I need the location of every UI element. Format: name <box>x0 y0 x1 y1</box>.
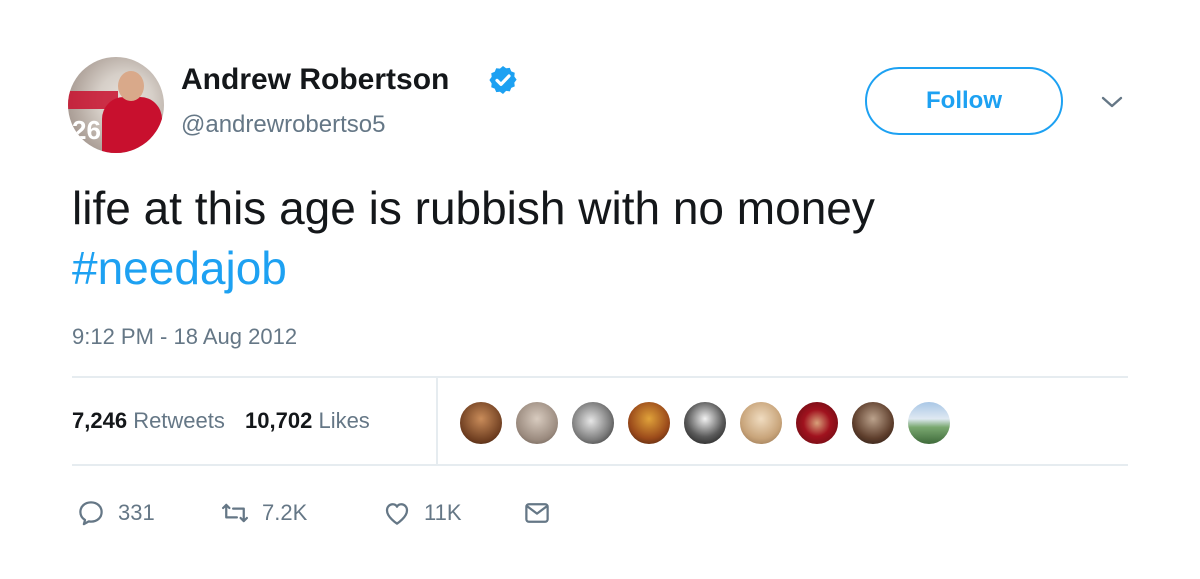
retweets-count[interactable]: 7,246 <box>72 408 127 433</box>
avatar[interactable]: 26 <box>68 57 164 153</box>
retweet-icon <box>222 503 248 523</box>
display-name[interactable]: Andrew Robertson <box>181 63 449 97</box>
reply-icon <box>79 501 103 526</box>
tweet-text: life at this age is rubbish with no mone… <box>72 182 875 234</box>
likes-label[interactable]: Likes <box>318 408 369 433</box>
direct-message-button[interactable] <box>522 496 552 530</box>
avatar-shirt <box>102 97 162 153</box>
retweet-count: 7.2K <box>262 500 308 525</box>
liker-avatar[interactable] <box>626 400 672 446</box>
divider-top <box>72 376 1128 378</box>
tweet-card: 26 Andrew Robertson @andrewrobertso5 Fol… <box>0 0 1200 579</box>
tweet-timestamp[interactable]: 9:12 PM - 18 Aug 2012 <box>72 324 297 350</box>
heart-icon <box>385 503 409 525</box>
liker-avatar[interactable] <box>794 400 840 446</box>
liker-avatar[interactable] <box>850 400 896 446</box>
retweet-button[interactable]: 7.2K <box>220 496 307 530</box>
hashtag-link[interactable]: #needajob <box>72 240 287 296</box>
avatar-head <box>118 71 144 101</box>
follow-button[interactable]: Follow <box>865 67 1063 135</box>
divider-bottom <box>72 464 1128 466</box>
user-handle[interactable]: @andrewrobertso5 <box>181 111 385 139</box>
liker-avatar[interactable] <box>570 400 616 446</box>
liker-avatar[interactable] <box>514 400 560 446</box>
reply-count: 331 <box>118 500 155 525</box>
like-count: 11K <box>424 500 462 525</box>
verified-badge-icon <box>489 66 517 94</box>
chevron-down-icon[interactable] <box>1100 94 1124 110</box>
like-button[interactable]: 11K <box>382 496 462 530</box>
liker-avatar[interactable] <box>906 400 952 446</box>
likes-count[interactable]: 10,702 <box>245 408 312 433</box>
avatar-number: 26 <box>72 115 101 145</box>
liker-avatar[interactable] <box>458 400 504 446</box>
retweets-label[interactable]: Retweets <box>133 408 225 433</box>
envelope-icon <box>525 503 549 523</box>
stats-vertical-divider <box>436 377 438 465</box>
reply-button[interactable]: 331 <box>76 496 155 530</box>
engagement-stats: 7,246 Retweets 10,702 Likes <box>72 408 384 434</box>
liker-avatar[interactable] <box>738 400 784 446</box>
liker-avatar[interactable] <box>682 400 728 446</box>
